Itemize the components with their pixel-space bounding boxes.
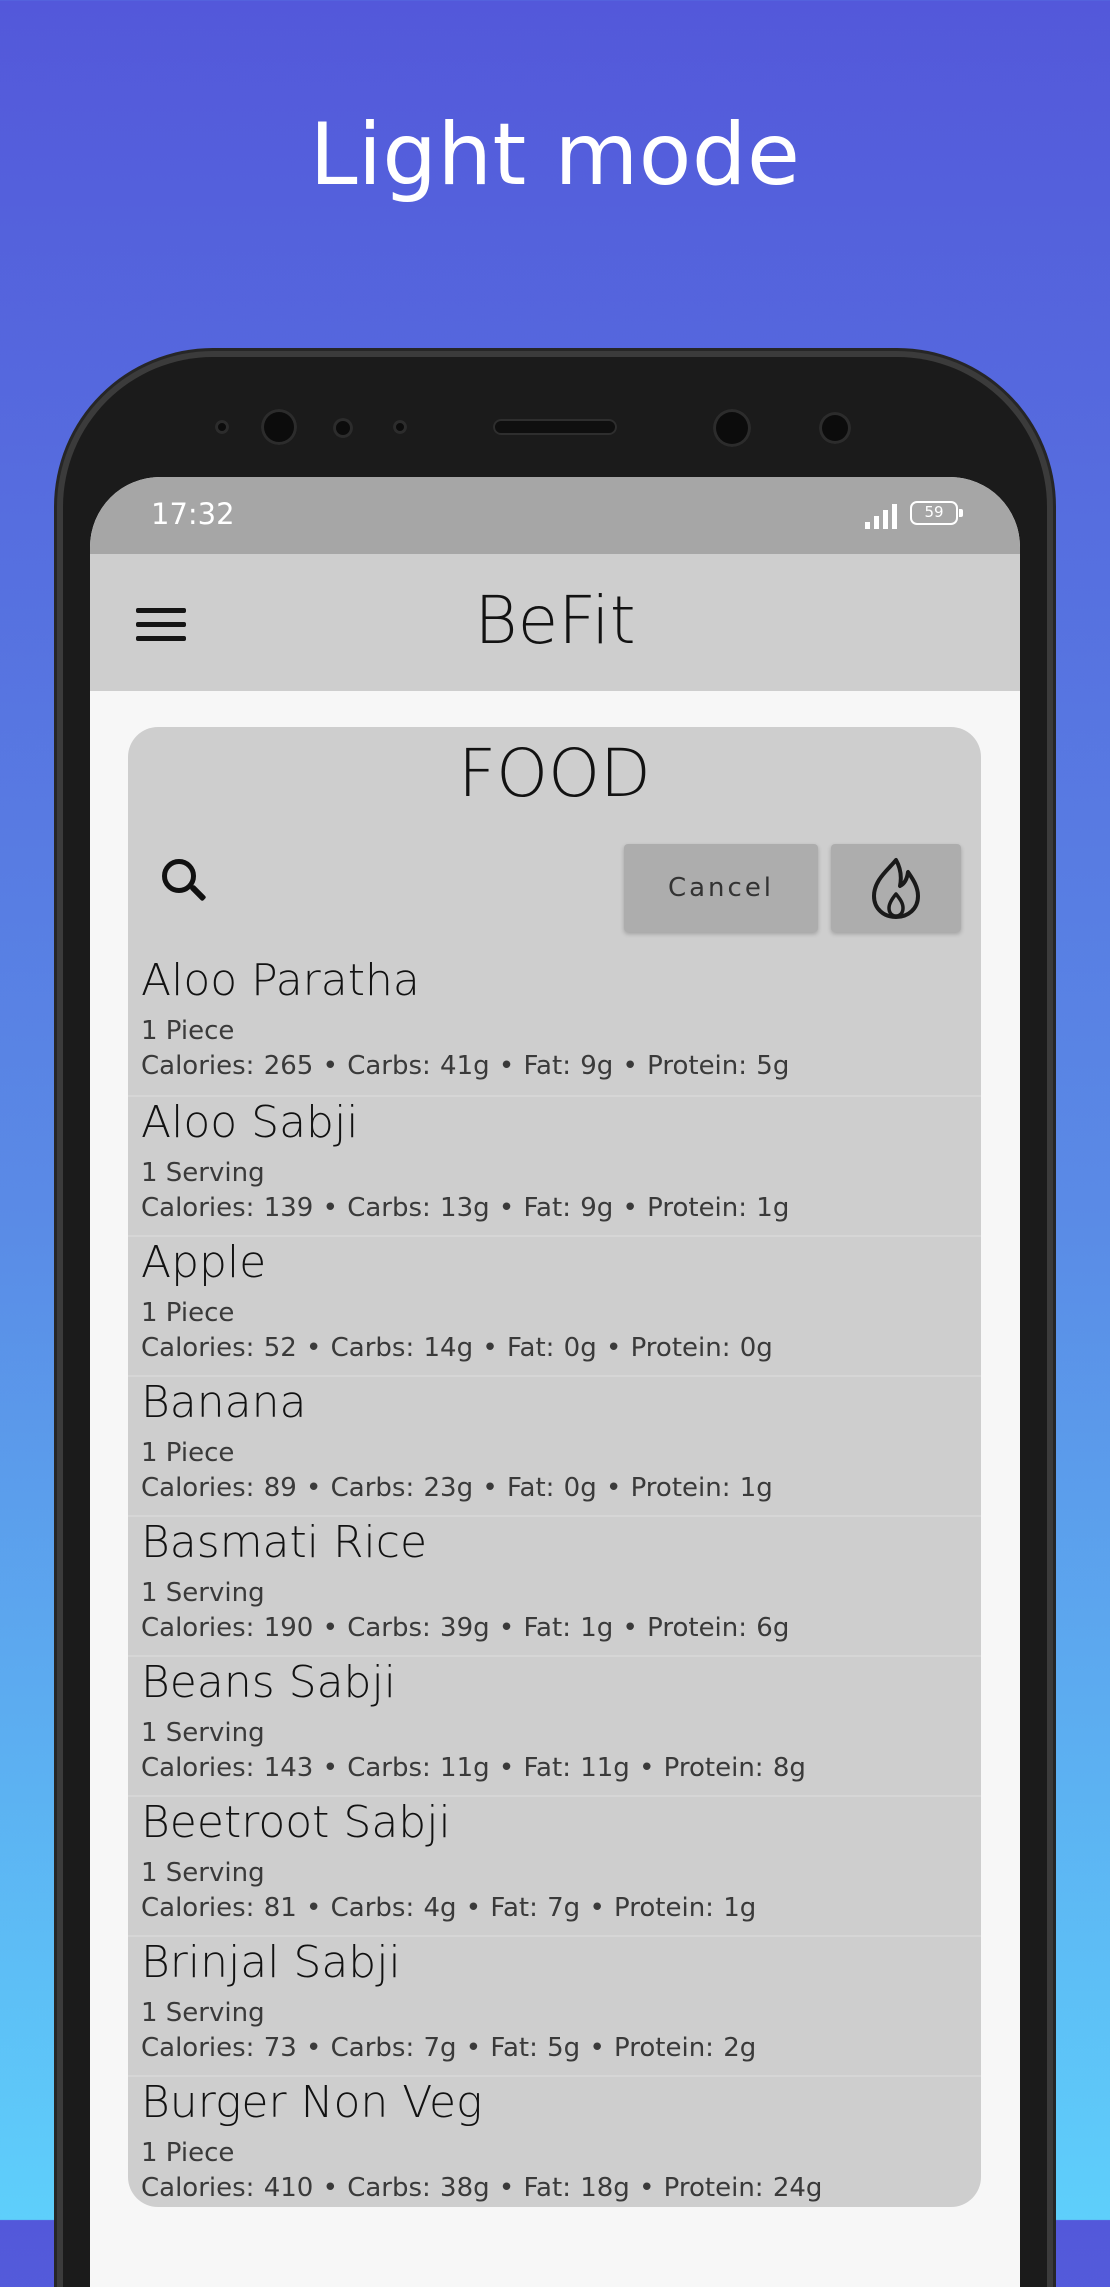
food-nutrition: Calories: 143 • Carbs: 11g • Fat: 11g • … bbox=[141, 1753, 806, 1783]
food-name: Banana bbox=[141, 1377, 307, 1428]
list-item[interactable]: Apple 1 Piece Calories: 52 • Carbs: 14g … bbox=[128, 1235, 981, 1375]
food-nutrition: Calories: 410 • Carbs: 38g • Fat: 18g • … bbox=[141, 2173, 823, 2203]
food-nutrition: Calories: 73 • Carbs: 7g • Fat: 5g • Pro… bbox=[141, 2033, 757, 2063]
sensor-icon bbox=[333, 418, 353, 438]
food-name: Burger Non Veg bbox=[141, 2077, 483, 2128]
list-item[interactable]: Beans Sabji 1 Serving Calories: 143 • Ca… bbox=[128, 1655, 981, 1795]
list-item[interactable]: Burger Non Veg 1 Piece Calories: 410 • C… bbox=[128, 2075, 981, 2207]
food-serving: 1 Serving bbox=[141, 1578, 265, 1608]
app-bar: BeFit bbox=[90, 554, 1020, 691]
app-title: BeFit bbox=[474, 582, 636, 659]
food-name: Beetroot Sabji bbox=[141, 1797, 451, 1848]
search-icon[interactable] bbox=[162, 859, 210, 907]
cancel-button[interactable]: Cancel bbox=[624, 844, 818, 932]
phone-side-button bbox=[55, 1140, 63, 1276]
sensor-icon bbox=[393, 420, 407, 434]
food-name: Brinjal Sabji bbox=[141, 1937, 401, 1988]
phone-screen: 17:32 59 BeFit FOOD Cancel Aloo Paratha … bbox=[90, 477, 1020, 2287]
signal-icon bbox=[865, 504, 897, 529]
status-bar: 17:32 59 bbox=[90, 477, 1020, 554]
phone-power-button bbox=[1047, 1018, 1055, 1154]
list-item[interactable]: Aloo Paratha 1 Piece Calories: 265 • Car… bbox=[128, 955, 981, 1095]
food-name: Apple bbox=[141, 1237, 267, 1288]
calories-button[interactable] bbox=[831, 844, 961, 932]
sensor-icon bbox=[819, 412, 851, 444]
list-item[interactable]: Banana 1 Piece Calories: 89 • Carbs: 23g… bbox=[128, 1375, 981, 1515]
food-nutrition: Calories: 81 • Carbs: 4g • Fat: 7g • Pro… bbox=[141, 1893, 757, 1923]
food-nutrition: Calories: 190 • Carbs: 39g • Fat: 1g • P… bbox=[141, 1613, 790, 1643]
food-nutrition: Calories: 89 • Carbs: 23g • Fat: 0g • Pr… bbox=[141, 1473, 773, 1503]
status-time: 17:32 bbox=[151, 497, 235, 531]
food-name: Beans Sabji bbox=[141, 1657, 396, 1708]
food-card: FOOD Cancel Aloo Paratha 1 Piece Calorie… bbox=[128, 727, 981, 2207]
food-serving: 1 Serving bbox=[141, 1158, 265, 1188]
food-name: Aloo Sabji bbox=[141, 1097, 359, 1148]
food-serving: 1 Serving bbox=[141, 1858, 265, 1888]
food-serving: 1 Serving bbox=[141, 1718, 265, 1748]
battery-icon: 59 bbox=[910, 501, 963, 525]
food-nutrition: Calories: 265 • Carbs: 41g • Fat: 9g • P… bbox=[141, 1051, 790, 1081]
food-nutrition: Calories: 52 • Carbs: 14g • Fat: 0g • Pr… bbox=[141, 1333, 773, 1363]
food-serving: 1 Piece bbox=[141, 2138, 235, 2168]
food-list: Aloo Paratha 1 Piece Calories: 265 • Car… bbox=[128, 955, 981, 2207]
phone-frame: 17:32 59 BeFit FOOD Cancel Aloo Paratha … bbox=[63, 357, 1047, 2287]
food-nutrition: Calories: 139 • Carbs: 13g • Fat: 9g • P… bbox=[141, 1193, 790, 1223]
promo-headline: Light mode bbox=[309, 105, 801, 205]
food-card-title: FOOD bbox=[458, 735, 651, 812]
earpiece-speaker bbox=[493, 419, 617, 435]
front-camera-icon bbox=[713, 409, 751, 447]
food-serving: 1 Piece bbox=[141, 1016, 235, 1046]
front-camera-icon bbox=[261, 409, 297, 445]
list-item[interactable]: Aloo Sabji 1 Serving Calories: 139 • Car… bbox=[128, 1095, 981, 1235]
food-serving: 1 Piece bbox=[141, 1298, 235, 1328]
list-item[interactable]: Beetroot Sabji 1 Serving Calories: 81 • … bbox=[128, 1795, 981, 1935]
list-item[interactable]: Brinjal Sabji 1 Serving Calories: 73 • C… bbox=[128, 1935, 981, 2075]
flame-icon bbox=[872, 858, 920, 919]
food-name: Aloo Paratha bbox=[141, 955, 420, 1006]
list-item[interactable]: Basmati Rice 1 Serving Calories: 190 • C… bbox=[128, 1515, 981, 1655]
phone-volume-button bbox=[55, 718, 63, 1016]
food-name: Basmati Rice bbox=[141, 1517, 428, 1568]
food-serving: 1 Serving bbox=[141, 1998, 265, 2028]
sensor-icon bbox=[215, 420, 229, 434]
food-serving: 1 Piece bbox=[141, 1438, 235, 1468]
